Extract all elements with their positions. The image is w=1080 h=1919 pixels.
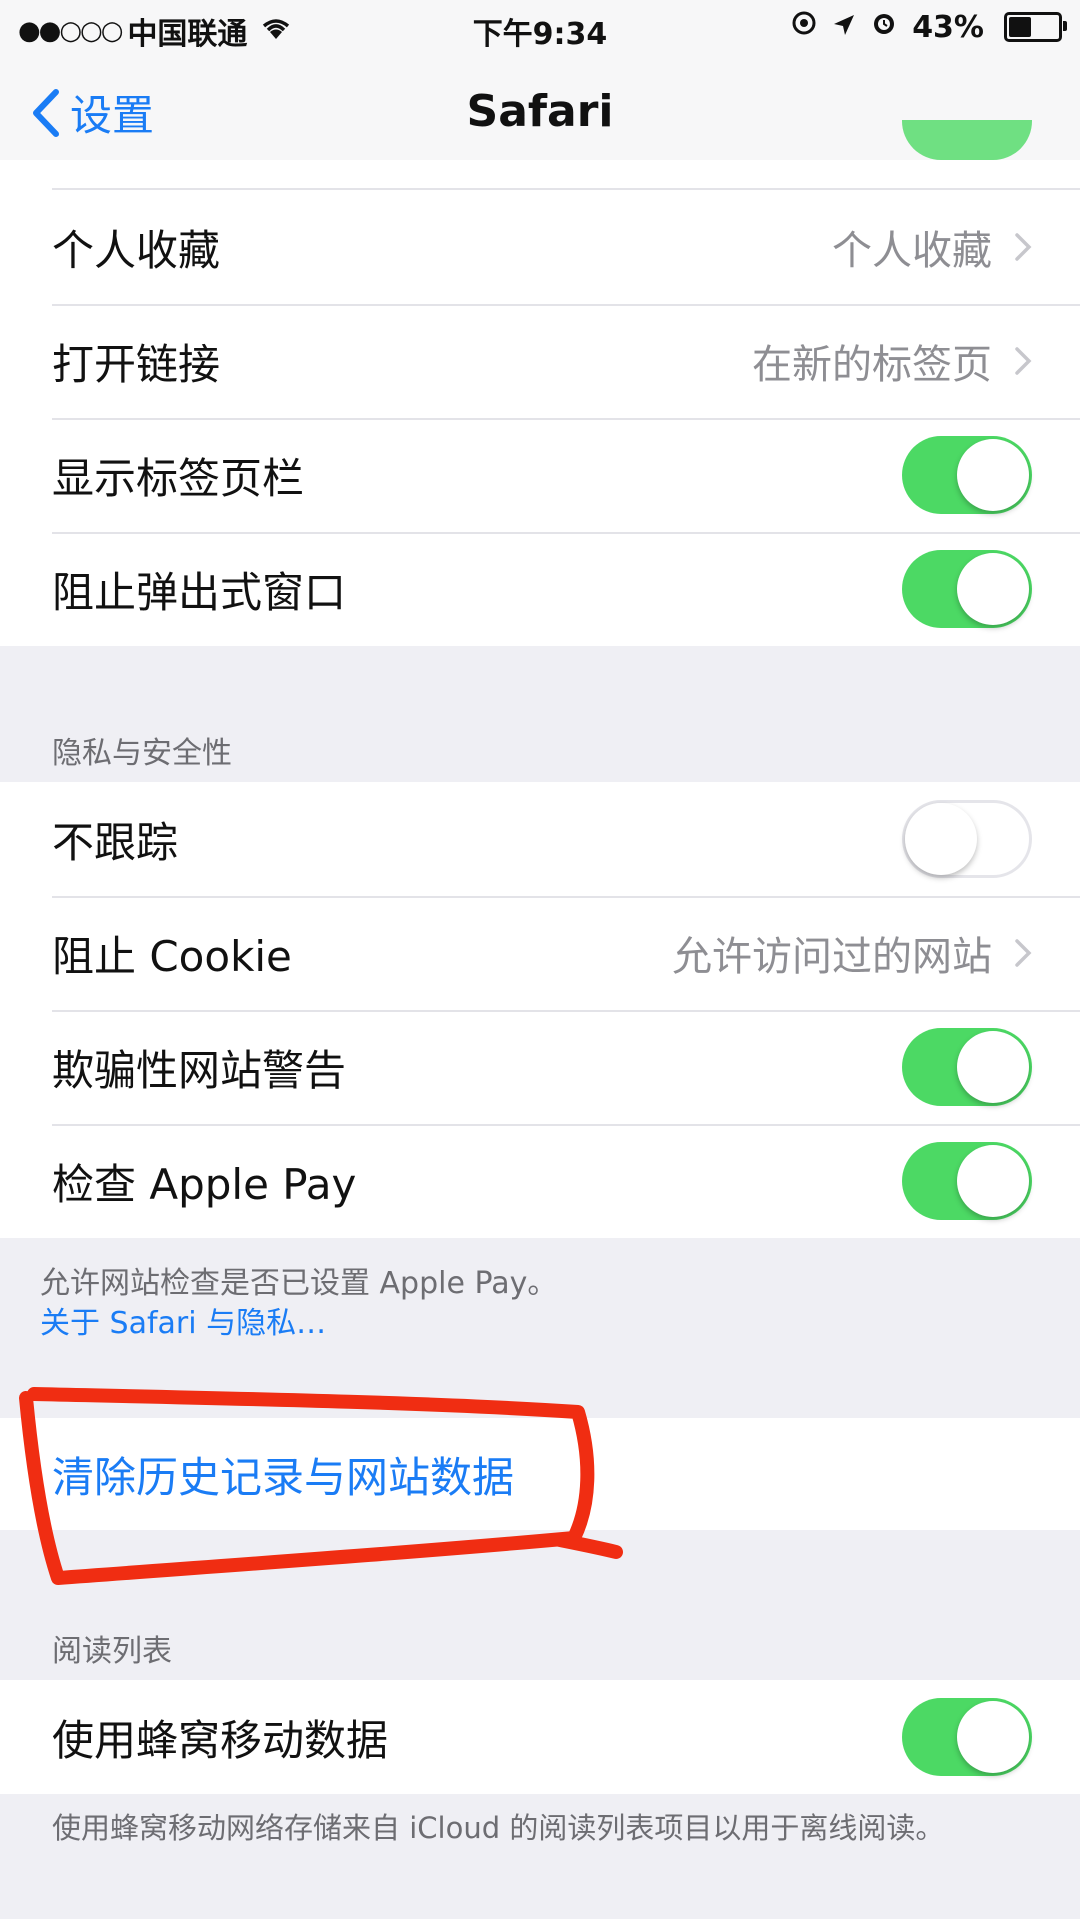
row-label: 显示标签页栏 bbox=[52, 453, 305, 503]
row-label: 个人收藏 bbox=[52, 225, 221, 275]
row-value: 允许访问过的网站 bbox=[672, 934, 992, 980]
row-label: 不跟踪 bbox=[52, 817, 179, 867]
screen-lock-icon bbox=[790, 9, 818, 45]
row-block-cookies[interactable]: 阻止 Cookie 允许访问过的网站 bbox=[0, 896, 1080, 1010]
row-value: 个人收藏 bbox=[832, 228, 992, 274]
battery-percentage: 43% bbox=[912, 9, 984, 45]
toggle-knob bbox=[957, 439, 1029, 511]
toggle-switch[interactable] bbox=[902, 436, 1032, 514]
clear-data-group: 清除历史记录与网站数据 bbox=[0, 1418, 1080, 1530]
row-check-apple-pay: 检查 Apple Pay bbox=[0, 1124, 1080, 1238]
clear-history-button[interactable]: 清除历史记录与网站数据 bbox=[0, 1418, 1080, 1530]
row-label: 检查 Apple Pay bbox=[52, 1159, 357, 1209]
privacy-settings-group: 不跟踪 阻止 Cookie 允许访问过的网站 欺骗性网站警告 检查 Apple … bbox=[0, 782, 1080, 1238]
reading-list-footer: 使用蜂窝移动网络存储来自 iCloud 的阅读列表项目以用于离线阅读。 bbox=[52, 1811, 945, 1845]
row-label: 阻止 Cookie bbox=[52, 931, 292, 981]
toggle-knob bbox=[905, 803, 977, 875]
section-header-reading-list: 阅读列表 bbox=[52, 1634, 172, 1669]
toggle-knob bbox=[957, 1031, 1029, 1103]
status-right: 43% bbox=[790, 9, 1067, 45]
row-favorites[interactable]: 个人收藏 个人收藏 bbox=[0, 190, 1080, 304]
chevron-right-icon bbox=[1014, 938, 1032, 968]
privacy-footer: 允许网站检查是否已设置 Apple Pay。 关于 Safari 与隐私… bbox=[40, 1264, 1040, 1344]
footer-description: 允许网站检查是否已设置 Apple Pay。 bbox=[40, 1266, 558, 1301]
row-value: 在新的标签页 bbox=[752, 342, 992, 388]
status-bar: ●●○○○ 中国联通 下午9:34 43% bbox=[0, 0, 1080, 58]
toggle-knob bbox=[957, 1145, 1029, 1217]
about-safari-privacy-link[interactable]: 关于 Safari 与隐私… bbox=[40, 1304, 1040, 1344]
row-label: 阻止弹出式窗口 bbox=[52, 567, 347, 617]
row-label: 打开链接 bbox=[52, 339, 221, 389]
chevron-right-icon bbox=[1014, 346, 1032, 376]
row-label: 使用蜂窝移动数据 bbox=[52, 1715, 389, 1765]
toggle-switch[interactable] bbox=[902, 800, 1032, 878]
row-fraud-warning: 欺骗性网站警告 bbox=[0, 1010, 1080, 1124]
toggle-switch[interactable] bbox=[902, 1698, 1032, 1776]
row-do-not-track: 不跟踪 bbox=[0, 782, 1080, 896]
section-header-privacy: 隐私与安全性 bbox=[52, 736, 232, 771]
partially-hidden-row bbox=[52, 160, 1080, 190]
row-open-links[interactable]: 打开链接 在新的标签页 bbox=[0, 304, 1080, 418]
row-label: 欺骗性网站警告 bbox=[52, 1045, 347, 1095]
toggle-knob bbox=[957, 553, 1029, 625]
general-settings-group: 个人收藏 个人收藏 打开链接 在新的标签页 显示标签页栏 阻止弹出式窗口 bbox=[0, 160, 1080, 646]
battery-icon bbox=[1004, 12, 1067, 42]
toggle-switch[interactable] bbox=[902, 1142, 1032, 1220]
toggle-switch[interactable] bbox=[902, 1028, 1032, 1106]
battery-fill bbox=[1009, 17, 1032, 37]
clear-history-label: 清除历史记录与网站数据 bbox=[52, 1452, 515, 1502]
row-use-cellular-data: 使用蜂窝移动数据 bbox=[0, 1680, 1080, 1794]
partial-toggle-switch[interactable] bbox=[902, 120, 1032, 160]
location-icon bbox=[832, 10, 856, 45]
alarm-icon bbox=[870, 9, 898, 45]
reading-list-group: 使用蜂窝移动数据 bbox=[0, 1680, 1080, 1794]
chevron-right-icon bbox=[1014, 232, 1032, 262]
toggle-switch[interactable] bbox=[902, 550, 1032, 628]
toggle-knob bbox=[957, 1701, 1029, 1773]
row-show-tab-bar: 显示标签页栏 bbox=[0, 418, 1080, 532]
row-block-popups: 阻止弹出式窗口 bbox=[0, 532, 1080, 646]
